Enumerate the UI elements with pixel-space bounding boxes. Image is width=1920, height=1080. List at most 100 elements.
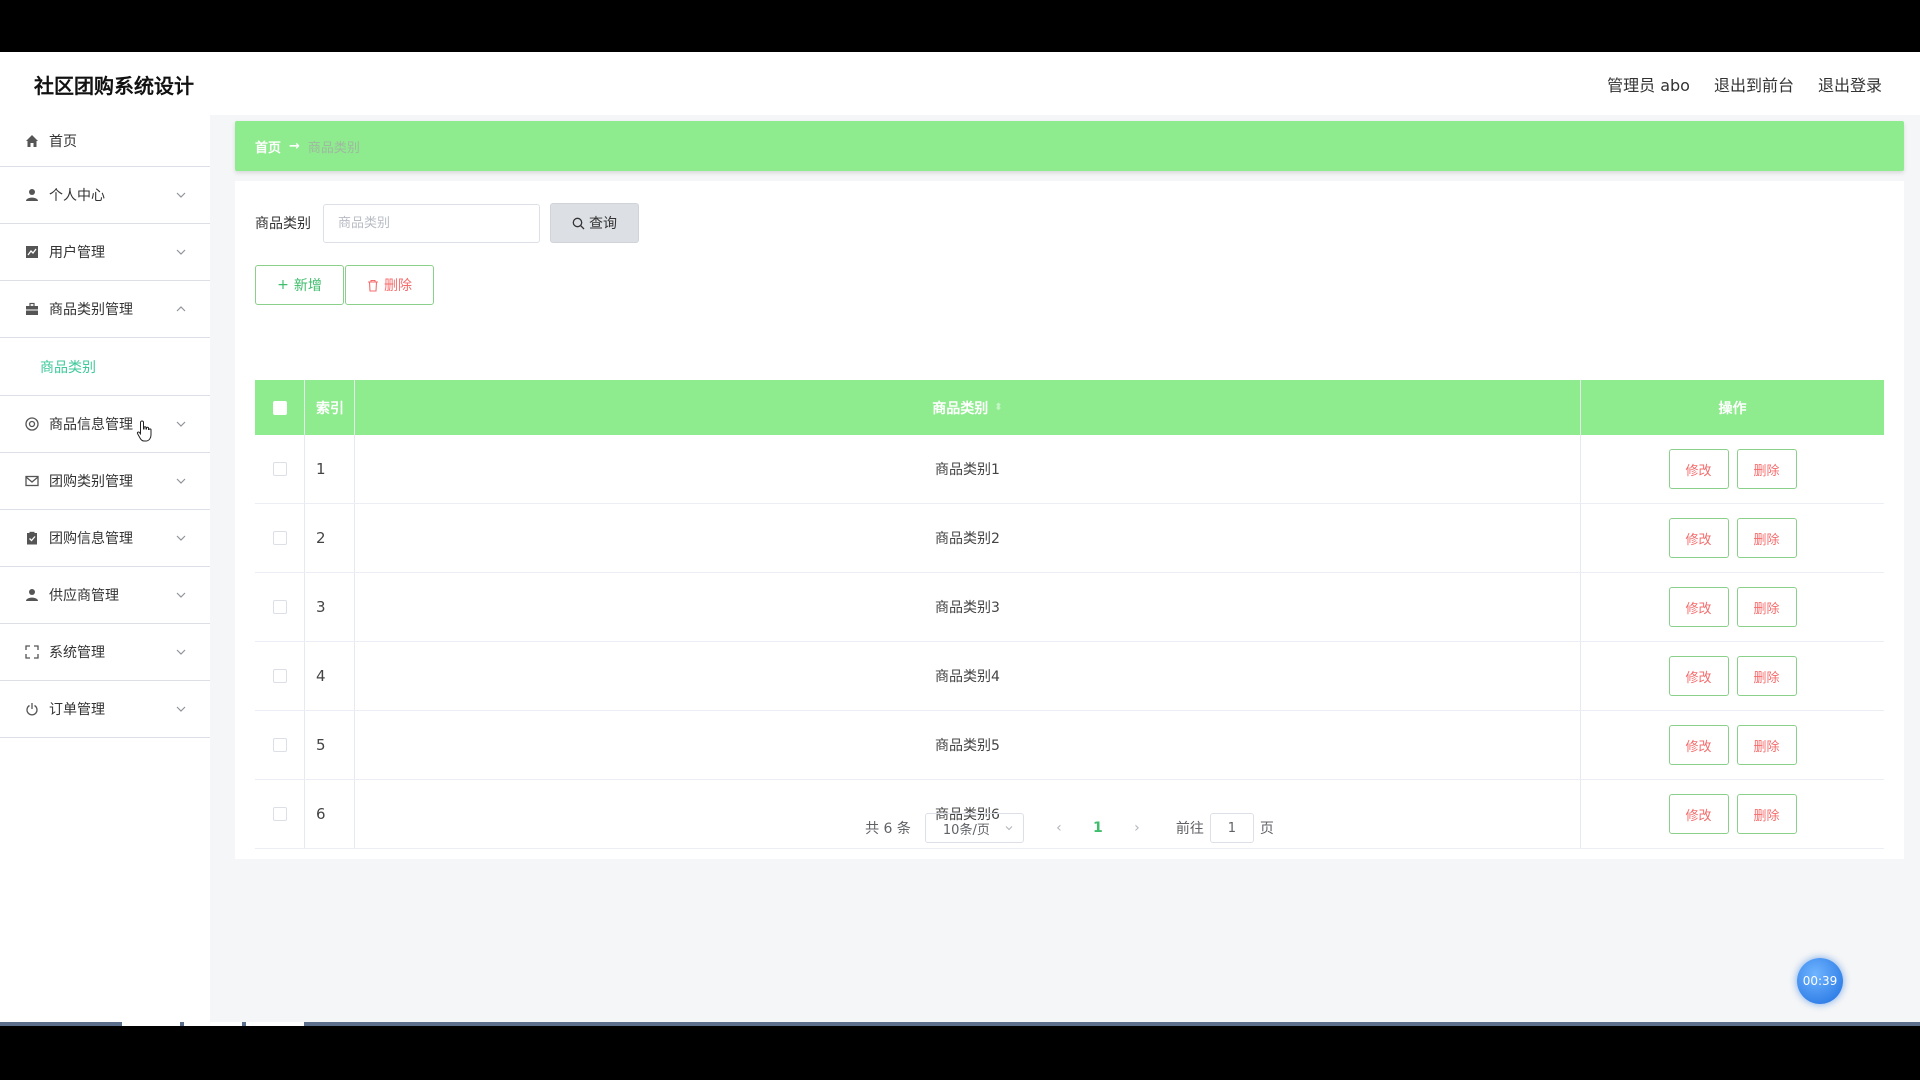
row-checkbox-cell: [255, 504, 305, 572]
next-page-button[interactable]: ›: [1122, 820, 1152, 836]
user-icon: [24, 187, 40, 203]
header-category[interactable]: 商品类别 ⬍: [355, 380, 1581, 435]
sidebar-item-home[interactable]: 首页: [0, 115, 210, 167]
breadcrumb-current: 商品类别: [307, 140, 360, 156]
chevron-down-icon: [176, 421, 186, 427]
row-category-name: 商品类别1: [355, 435, 1581, 503]
edit-button[interactable]: 修改: [1668, 518, 1729, 558]
delete-button[interactable]: 删除: [1736, 449, 1797, 489]
search-label: 商品类别: [255, 216, 311, 232]
back-to-front-link[interactable]: 退出到前台: [1714, 72, 1794, 96]
sidebar-item-users[interactable]: 用户管理: [0, 224, 210, 281]
arrow-right-icon: →: [289, 138, 300, 154]
row-actions: 修改 删除: [1581, 642, 1884, 710]
breadcrumb: 首页 → 商品类别: [235, 121, 1904, 171]
edit-button[interactable]: 修改: [1668, 449, 1729, 489]
row-category-name: 商品类别4: [355, 642, 1581, 710]
sidebar-item-profile[interactable]: 个人中心: [0, 167, 210, 224]
prev-page-button[interactable]: ‹: [1044, 820, 1074, 836]
edit-button[interactable]: 修改: [1668, 656, 1729, 696]
header-category-label: 商品类别: [932, 400, 989, 417]
chevron-down-icon: [176, 535, 186, 541]
batch-delete-label: 删除: [384, 278, 412, 294]
chevron-down-icon: [176, 592, 186, 598]
taskbar-tab[interactable]: [246, 1022, 304, 1026]
add-button[interactable]: + 新增: [255, 265, 344, 305]
recording-timer[interactable]: 00:39: [1797, 958, 1843, 1004]
page-size-value: 10条/页: [942, 822, 990, 838]
sidebar-item-goods-category[interactable]: 商品类别管理: [0, 281, 210, 338]
goto-page-input[interactable]: [1209, 813, 1254, 843]
sidebar-subitem-goods-category[interactable]: 商品类别: [0, 338, 210, 396]
category-table: 索引 商品类别 ⬍ 操作 1 商品类别1 修改 删除 2 商品类别2 修改 删除 3 商品类别3 修…: [255, 380, 1884, 849]
settings-circle-icon: [24, 416, 40, 432]
taskbar-tab[interactable]: [122, 1022, 180, 1026]
row-checkbox[interactable]: [272, 462, 287, 476]
top-header: 社区团购系统设计 管理员 abo 退出到前台 退出登录: [0, 52, 1920, 115]
breadcrumb-home[interactable]: 首页: [255, 137, 281, 156]
row-actions: 修改 删除: [1581, 504, 1884, 572]
sidebar-item-group-category[interactable]: 团购类别管理: [0, 453, 210, 510]
sidebar-item-group-info[interactable]: 团购信息管理: [0, 510, 210, 567]
sidebar-item-label: 商品信息管理: [49, 417, 133, 433]
delete-button[interactable]: 删除: [1736, 587, 1797, 627]
sidebar-item-label: 系统管理: [49, 645, 105, 661]
goto-prefix: 前往: [1175, 821, 1204, 837]
taskbar-tab[interactable]: [184, 1022, 242, 1026]
row-checkbox[interactable]: [272, 738, 287, 752]
add-button-label: 新增: [293, 278, 322, 294]
header-checkbox-cell: [255, 380, 305, 435]
delete-button[interactable]: 删除: [1736, 656, 1797, 696]
edit-button[interactable]: 修改: [1668, 725, 1729, 765]
row-checkbox[interactable]: [272, 669, 287, 683]
search-row: 商品类别 查询: [255, 203, 639, 243]
sort-icon[interactable]: ⬍: [994, 402, 1002, 413]
row-checkbox-cell: [255, 642, 305, 710]
batch-delete-button[interactable]: 删除: [345, 265, 434, 305]
chevron-down-icon: [176, 478, 186, 484]
header-index: 索引: [305, 380, 355, 435]
sidebar-item-label: 用户管理: [49, 245, 105, 261]
table-row: 2 商品类别2 修改 删除: [255, 504, 1884, 573]
edit-button[interactable]: 修改: [1668, 587, 1729, 627]
sidebar-item-supplier[interactable]: 供应商管理: [0, 567, 210, 624]
goto-page: 前往 页: [1176, 813, 1274, 843]
sidebar-item-label: 首页: [49, 133, 77, 150]
page-size-select[interactable]: 10条/页: [924, 813, 1024, 843]
hand-cursor-icon: [136, 420, 152, 442]
row-index: 4: [305, 642, 355, 710]
header-links: 管理员 abo 退出到前台 退出登录: [1607, 72, 1882, 96]
chevron-down-icon: [176, 249, 186, 255]
row-index: 1: [305, 435, 355, 503]
pagination-total: 共 6 条: [865, 821, 911, 837]
row-index: 5: [305, 711, 355, 779]
current-page[interactable]: 1: [1074, 820, 1122, 836]
row-category-name: 商品类别3: [355, 573, 1581, 641]
row-actions: 修改 删除: [1581, 435, 1884, 503]
row-checkbox-cell: [255, 711, 305, 779]
trash-icon: [368, 279, 378, 292]
delete-button[interactable]: 删除: [1736, 725, 1797, 765]
admin-user-label[interactable]: 管理员 abo: [1607, 72, 1690, 96]
logout-link[interactable]: 退出登录: [1818, 72, 1882, 96]
sidebar-item-goods-info[interactable]: 商品信息管理: [0, 396, 210, 453]
query-button[interactable]: 查询: [550, 203, 639, 243]
sidebar-item-orders[interactable]: 订单管理: [0, 681, 210, 738]
sidebar-item-label: 供应商管理: [49, 588, 119, 604]
main-content: 商品类别 查询 + 新增 删除 索引: [235, 181, 1904, 859]
table-row: 4 商品类别4 修改 删除: [255, 642, 1884, 711]
row-checkbox-cell: [255, 435, 305, 503]
row-checkbox[interactable]: [272, 531, 287, 545]
sidebar-item-label: 个人中心: [49, 188, 105, 204]
row-index: 2: [305, 504, 355, 572]
sidebar-item-label: 订单管理: [49, 702, 105, 718]
row-checkbox[interactable]: [272, 600, 287, 614]
chevron-down-icon: [1005, 826, 1013, 831]
goto-suffix: 页: [1259, 821, 1274, 837]
briefcase-icon: [24, 301, 40, 317]
select-all-checkbox[interactable]: [272, 400, 287, 415]
sidebar-item-system[interactable]: 系统管理: [0, 624, 210, 681]
pagination: 共 6 条 10条/页 ‹ 1 › 前往 页: [235, 813, 1904, 843]
category-search-input[interactable]: [323, 203, 540, 243]
delete-button[interactable]: 删除: [1736, 518, 1797, 558]
